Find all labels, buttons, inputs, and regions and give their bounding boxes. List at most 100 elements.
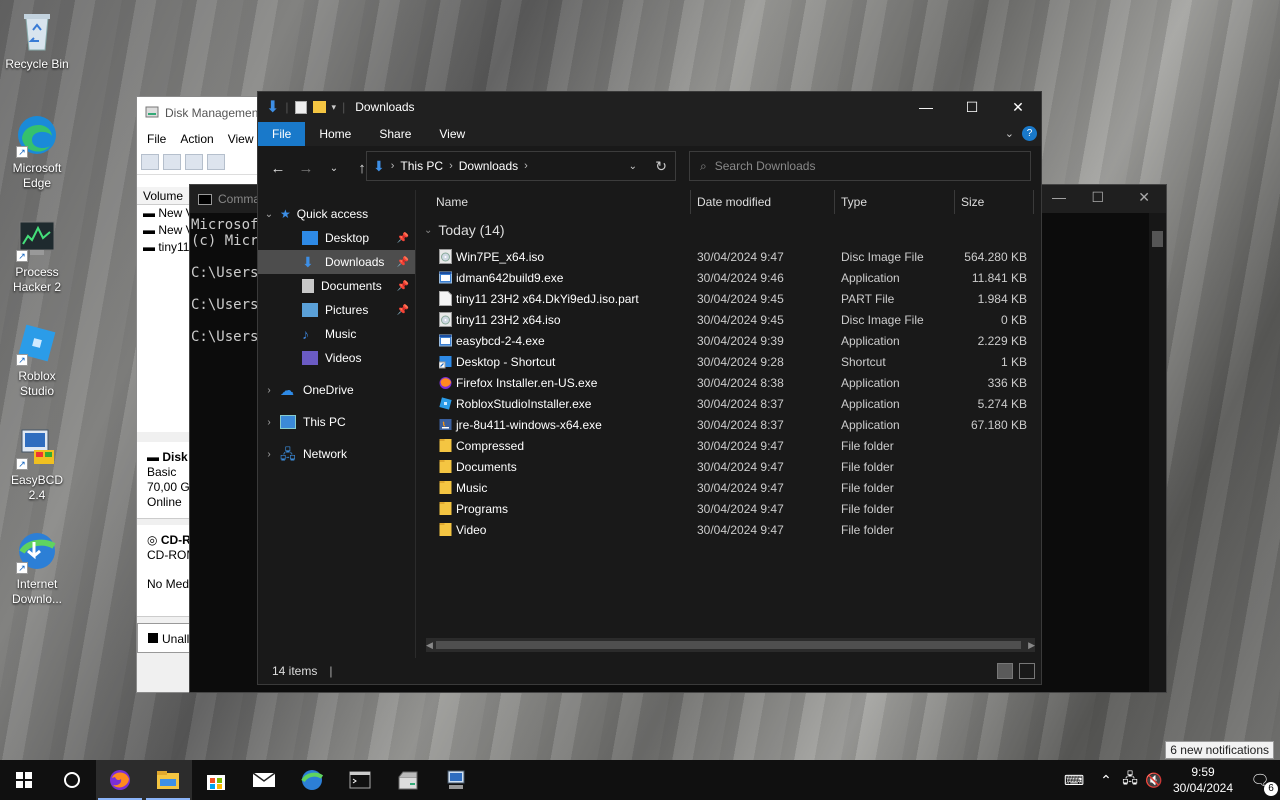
vertical-scrollbar[interactable] [1149, 213, 1166, 692]
properties-icon[interactable] [294, 100, 307, 114]
ribbon-tab-file[interactable]: File [258, 122, 306, 146]
ribbon-tab-share[interactable]: Share [365, 122, 425, 146]
nav-item-music[interactable]: ♪ Music [258, 322, 415, 346]
touch-keyboard-icon[interactable]: ⌨ [1054, 772, 1094, 789]
nav-item-downloads[interactable]: ⬇ Downloads 📌 [258, 250, 415, 274]
expand-chevron-icon[interactable]: › [258, 385, 280, 396]
file-row[interactable]: Music 30/04/2024 9:47 File folder [418, 477, 1041, 498]
large-icons-view-button[interactable] [1019, 663, 1035, 679]
nav-item-documents[interactable]: Documents 📌 [258, 274, 415, 298]
taskbar-app-microsoft-store[interactable] [192, 760, 240, 800]
taskbar-app-mail[interactable] [240, 760, 288, 800]
forward-icon[interactable] [163, 153, 181, 170]
search-box[interactable]: ⌕ Search Downloads [689, 151, 1031, 181]
desktop-icon-idm[interactable]: ↗ Internet Downlo... [4, 528, 70, 607]
minimize-button[interactable]: — [1052, 189, 1066, 205]
nav-network[interactable]: › 🖧 Network [258, 442, 415, 466]
properties-icon[interactable] [185, 153, 203, 170]
taskbar-app-disk-utility[interactable] [384, 760, 432, 800]
taskbar-app-command-prompt[interactable] [336, 760, 384, 800]
file-row[interactable]: tiny11 23H2 x64.iso 30/04/2024 9:45 Disc I… [418, 309, 1041, 330]
nav-item-pictures[interactable]: Pictures 📌 [258, 298, 415, 322]
file-row[interactable]: Programs 30/04/2024 9:47 File folder [418, 498, 1041, 519]
expand-ribbon-icon[interactable]: ⌄ [1005, 127, 1014, 140]
nav-onedrive[interactable]: › ☁ OneDrive [258, 378, 415, 402]
start-button[interactable] [0, 760, 48, 800]
desktop-icon-edge[interactable]: ↗ Microsoft Edge [4, 112, 70, 191]
network-icon[interactable]: 🖧 [1118, 768, 1142, 792]
nav-this-pc[interactable]: › This PC [258, 410, 415, 434]
file-row[interactable]: RobloxStudioInstaller.exe 30/04/2024 8:37… [418, 393, 1041, 414]
address-dropdown-icon[interactable]: ⌄ [629, 161, 637, 172]
volume-muted-icon[interactable]: 🔇 [1142, 772, 1166, 789]
back-icon[interactable] [141, 153, 159, 170]
search-button[interactable] [48, 760, 96, 800]
column-header-type[interactable]: Type [841, 195, 867, 209]
file-row[interactable]: easybcd-2-4.exe 30/04/2024 9:39 Applicatio… [418, 330, 1041, 351]
horizontal-scrollbar[interactable]: ◀ ▶ [426, 638, 1035, 652]
customize-qat-icon[interactable]: ▾ [332, 102, 337, 113]
help-icon[interactable] [207, 153, 225, 170]
file-row[interactable]: Desktop - Shortcut 30/04/2024 9:28 Shortcu… [418, 351, 1041, 372]
forward-button[interactable]: → [294, 156, 318, 180]
expand-chevron-icon[interactable]: › [258, 417, 280, 428]
file-name: Desktop - Shortcut [456, 354, 556, 369]
file-name: jre-8u411-windows-x64.exe [456, 417, 602, 432]
maximize-button[interactable]: ☐ [1091, 189, 1104, 206]
nav-quick-access[interactable]: ⌄ ★ Quick access [258, 202, 415, 226]
desktop-icon-process-hacker[interactable]: ↗ Process Hacker 2 [4, 216, 70, 295]
desktop-icon-roblox-studio[interactable]: ↗ Roblox Studio [4, 320, 70, 399]
address-bar[interactable]: ⬇ › This PC › Downloads › ⌄ ↻ [366, 151, 676, 181]
recent-locations-button[interactable]: ⌄ [322, 156, 346, 180]
clock[interactable]: 9:59 30/04/2024 [1166, 764, 1240, 796]
collapse-chevron-icon[interactable]: ⌄ [258, 209, 280, 220]
file-row[interactable]: Video 30/04/2024 9:47 File folder [418, 519, 1041, 540]
nav-item-videos[interactable]: Videos [258, 346, 415, 370]
desktop-icon-easybcd[interactable]: ↗ EasyBCD 2.4 [4, 424, 70, 503]
file-row[interactable]: tiny11 23H2 x64.DkYi9edJ.iso.part 30/04/2… [418, 288, 1041, 309]
details-view-button[interactable] [997, 663, 1013, 679]
cloud-icon: ☁ [280, 382, 294, 398]
file-size: 564.280 KB [964, 249, 1027, 264]
column-header-date-modified[interactable]: Date modified [697, 195, 771, 209]
taskbar-app-file-explorer[interactable] [144, 760, 192, 800]
maximize-button[interactable]: ☐ [949, 92, 995, 122]
taskbar-app-disk-management[interactable] [432, 760, 480, 800]
back-button[interactable]: ← [266, 156, 290, 180]
help-icon[interactable]: ? [1022, 126, 1037, 141]
taskbar-app-internet-download-manager[interactable] [288, 760, 336, 800]
file-explorer-window[interactable]: ⬇ | ▾ | Downloads — ☐ ✕ File Home Share … [257, 91, 1042, 685]
expand-chevron-icon[interactable]: › [258, 449, 280, 460]
nav-item-desktop[interactable]: Desktop 📌 [258, 226, 415, 250]
action-center-button[interactable]: 🗨 6 [1240, 760, 1280, 800]
menu-view[interactable]: View [228, 132, 254, 146]
file-row[interactable]: idman642build9.exe 30/04/2024 9:46 Applica… [418, 267, 1041, 288]
menu-file[interactable]: File [147, 132, 166, 146]
search-icon: ⌕ [700, 158, 707, 173]
close-button[interactable]: ✕ [1138, 189, 1150, 206]
file-type: Application [841, 333, 900, 348]
show-hidden-icons-chevron-icon[interactable]: ⌃ [1094, 772, 1118, 789]
breadcrumb-downloads[interactable]: Downloads [459, 159, 518, 173]
close-button[interactable]: ✕ [995, 92, 1041, 122]
menu-action[interactable]: Action [180, 132, 213, 146]
group-header-today[interactable]: ⌄ Today (14) [424, 222, 505, 238]
column-header-size[interactable]: Size [961, 195, 984, 209]
minimize-button[interactable]: — [903, 92, 949, 122]
taskbar-app-firefox[interactable] [96, 760, 144, 800]
file-row[interactable]: Firefox Installer.en-US.exe 30/04/2024 8:… [418, 372, 1041, 393]
column-header-name[interactable]: Name [436, 195, 468, 209]
ribbon-tab-view[interactable]: View [425, 122, 479, 146]
ribbon-tab-home[interactable]: Home [305, 122, 365, 146]
music-folder-icon: ♪ [302, 326, 309, 342]
file-row[interactable]: Documents 30/04/2024 9:47 File folder [418, 456, 1041, 477]
scroll-left-icon[interactable]: ◀ [426, 640, 433, 651]
breadcrumb-this-pc[interactable]: This PC [400, 159, 443, 173]
file-row[interactable]: Win7PE_x64.iso 30/04/2024 9:47 Disc Image … [418, 246, 1041, 267]
refresh-icon[interactable]: ↻ [655, 158, 667, 175]
desktop-icon-recycle-bin[interactable]: Recycle Bin [4, 8, 70, 72]
file-row[interactable]: jre-8u411-windows-x64.exe 30/04/2024 8:37… [418, 414, 1041, 435]
file-row[interactable]: Compressed 30/04/2024 9:47 File folder [418, 435, 1041, 456]
scroll-right-icon[interactable]: ▶ [1028, 640, 1035, 651]
new-folder-icon[interactable] [312, 101, 326, 113]
